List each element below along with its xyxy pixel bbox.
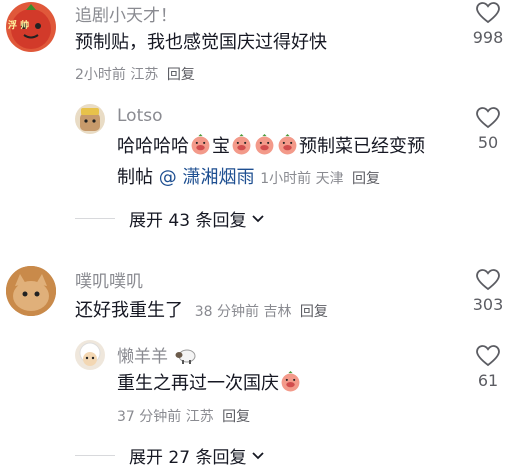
heart-icon xyxy=(476,2,500,24)
avatar-cat-icon xyxy=(6,266,56,316)
mention-link[interactable]: @ 潇湘烟雨 xyxy=(159,167,255,188)
avatar[interactable] xyxy=(6,266,56,316)
expand-replies-label: 展开 27 条回复 xyxy=(129,448,247,468)
like-count: 998 xyxy=(472,28,504,47)
like-count: 303 xyxy=(472,295,504,314)
comment-text: 预制贴，我也感觉国庆过得好快 xyxy=(75,32,327,53)
reply-button[interactable]: 回复 xyxy=(167,67,195,83)
heart-icon xyxy=(476,107,500,129)
like-button[interactable]: 998 xyxy=(463,2,513,47)
reply-button[interactable]: 回复 xyxy=(222,409,250,425)
comment-time: 1小时前 xyxy=(260,171,312,187)
like-button[interactable]: 303 xyxy=(463,269,513,314)
pig-emoji-icon xyxy=(232,134,251,155)
comment-meta: 38 分钟前 吉林 回复 xyxy=(195,304,328,320)
heart-icon xyxy=(476,345,500,367)
avatar[interactable]: 浮 帅 xyxy=(6,2,56,52)
like-button[interactable]: 61 xyxy=(463,345,513,390)
divider xyxy=(75,455,115,456)
avatar-text: 浮 帅 xyxy=(8,21,30,31)
comment-text-line2: 制帖 @ 潇湘烟雨 1小时前 天津 回复 xyxy=(117,167,381,188)
comment-location: 江苏 xyxy=(185,409,214,425)
divider xyxy=(75,218,115,219)
avatar-character-icon xyxy=(80,108,100,131)
chevron-down-icon xyxy=(252,214,265,222)
comment-location: 吉林 xyxy=(263,304,292,320)
pig-emoji-icon xyxy=(191,134,210,155)
reply-button[interactable]: 回复 xyxy=(300,304,328,320)
comment-meta: 37 分钟前 江苏 回复 xyxy=(117,406,250,426)
comment-location: 天津 xyxy=(315,171,344,187)
comment-username[interactable]: 噗叽噗叽 xyxy=(75,267,143,292)
comment-username[interactable]: 追剧小天才！ xyxy=(75,1,177,26)
avatar[interactable] xyxy=(75,340,105,370)
comment-time: 37 分钟前 xyxy=(117,409,182,425)
pig-emoji-icon xyxy=(255,134,274,155)
reply-button[interactable]: 回复 xyxy=(352,171,380,187)
comment-username[interactable]: Lotso xyxy=(117,106,163,126)
comment-text: 哈哈哈哈宝预制菜已经变预 xyxy=(117,134,425,157)
like-count: 50 xyxy=(477,133,499,152)
avatar-sheep-icon xyxy=(79,342,101,366)
pig-emoji-icon xyxy=(278,134,297,155)
comment-meta: 1小时前 天津 回复 xyxy=(260,171,380,187)
like-count: 61 xyxy=(477,371,499,390)
sheep-icon xyxy=(175,349,196,364)
comment-meta: 2小时前 江苏 回复 xyxy=(75,64,195,84)
comment-location: 江苏 xyxy=(130,67,159,83)
pig-emoji-icon xyxy=(281,371,300,392)
comment-text: 重生之再过一次国庆 xyxy=(117,368,302,399)
comment-username[interactable]: 懒羊羊 xyxy=(117,342,197,367)
heart-icon xyxy=(476,269,500,291)
avatar[interactable] xyxy=(75,104,105,134)
chevron-down-icon xyxy=(252,451,265,459)
comment-text: 还好我重生了 38 分钟前 吉林 回复 xyxy=(75,300,328,321)
comment-time: 2小时前 xyxy=(75,67,126,83)
expand-replies-button[interactable]: 展开 27 条回复 xyxy=(75,443,265,468)
comment-time: 38 分钟前 xyxy=(194,304,259,320)
expand-replies-label: 展开 43 条回复 xyxy=(129,211,247,231)
expand-replies-button[interactable]: 展开 43 条回复 xyxy=(75,206,265,231)
like-button[interactable]: 50 xyxy=(463,107,513,152)
